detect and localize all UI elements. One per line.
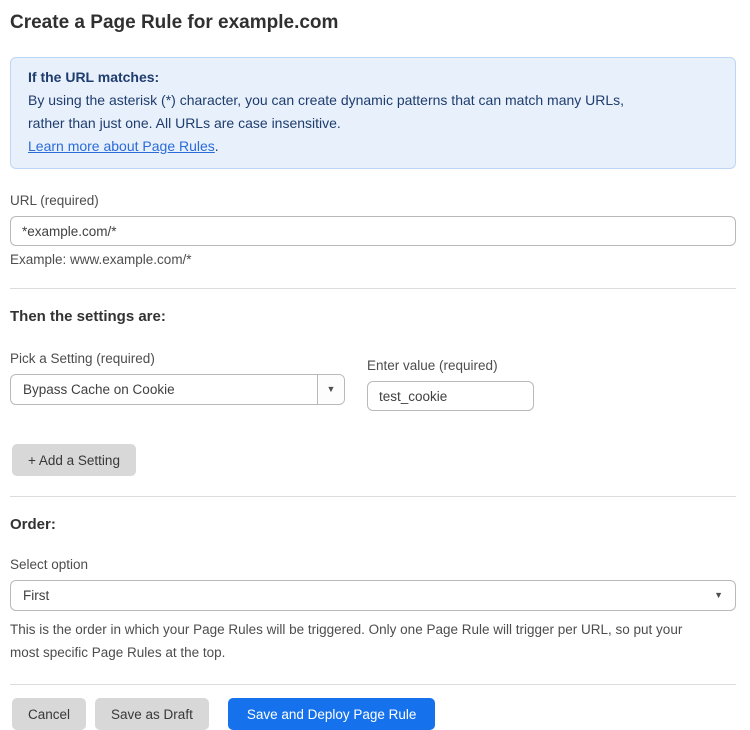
order-helper-line: most specific Page Rules at the top.	[10, 641, 736, 664]
setting-dropdown-arrow-button[interactable]: ▼	[317, 375, 344, 404]
info-box-link-line: Learn more about Page Rules.	[28, 135, 718, 158]
link-suffix-period: .	[215, 138, 219, 154]
url-label: URL (required)	[10, 193, 736, 209]
add-setting-button[interactable]: + Add a Setting	[12, 444, 136, 476]
enter-value-column: Enter value (required)	[367, 351, 534, 411]
order-helper-line: This is the order in which your Page Rul…	[10, 618, 736, 641]
section-divider	[10, 496, 736, 497]
pick-setting-column: Pick a Setting (required) Bypass Cache o…	[10, 351, 345, 405]
url-input[interactable]	[10, 216, 736, 246]
chevron-down-icon: ▼	[327, 385, 336, 394]
settings-section-heading: Then the settings are:	[10, 308, 736, 326]
info-box-heading: If the URL matches:	[28, 66, 718, 89]
section-divider	[10, 684, 736, 685]
create-page-rule-form: Create a Page Rule for example.com If th…	[0, 0, 750, 730]
select-option-label: Select option	[10, 557, 736, 573]
url-example-helper: Example: www.example.com/*	[10, 252, 736, 268]
setting-dropdown[interactable]: Bypass Cache on Cookie ▼	[10, 374, 345, 405]
info-box-body-line: rather than just one. All URLs are case …	[28, 112, 718, 135]
setting-dropdown-value: Bypass Cache on Cookie	[11, 382, 317, 397]
footer-button-row: Cancel Save as Draft Save and Deploy Pag…	[10, 698, 736, 730]
setting-value-input[interactable]	[367, 381, 534, 411]
chevron-down-icon: ▼	[714, 591, 723, 600]
section-divider	[10, 288, 736, 289]
order-select-value: First	[23, 588, 49, 603]
info-box-body-line: By using the asterisk (*) character, you…	[28, 89, 718, 112]
order-section-heading: Order:	[10, 516, 736, 534]
page-title: Create a Page Rule for example.com	[10, 12, 736, 34]
enter-value-label: Enter value (required)	[367, 358, 534, 374]
save-as-draft-button[interactable]: Save as Draft	[95, 698, 209, 730]
cancel-button[interactable]: Cancel	[12, 698, 86, 730]
save-and-deploy-button[interactable]: Save and Deploy Page Rule	[228, 698, 436, 730]
settings-row: Pick a Setting (required) Bypass Cache o…	[10, 351, 736, 411]
learn-more-page-rules-link[interactable]: Learn more about Page Rules	[28, 138, 215, 154]
pick-setting-label: Pick a Setting (required)	[10, 351, 345, 367]
order-select[interactable]: First ▼	[10, 580, 736, 611]
order-helper-text: This is the order in which your Page Rul…	[10, 618, 736, 664]
url-match-info-box: If the URL matches: By using the asteris…	[10, 57, 736, 169]
